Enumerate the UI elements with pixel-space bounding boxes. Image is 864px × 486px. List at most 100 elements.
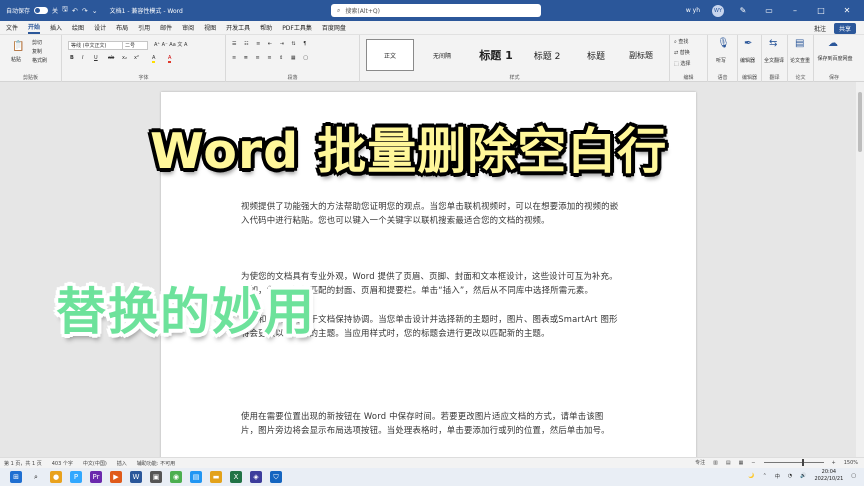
tab-file[interactable]: 文件 [6,23,18,32]
undo-icon[interactable]: ↶ [72,7,78,15]
copy-button[interactable]: 复制 [32,48,42,55]
app3-icon[interactable]: ▤ [190,471,202,483]
editor-icon[interactable]: ✒ [744,38,752,49]
microphone-icon[interactable]: 🎙 [717,38,730,49]
print-layout-icon[interactable]: ▤ [726,460,731,466]
alignment-buttons-icon[interactable]: ≡ ≣ ≡ ≡ ⇕ ▦ ▢ [232,55,311,61]
save-icon[interactable]: 🖫 [62,5,68,16]
tab-insert[interactable]: 插入 [50,23,62,32]
style-heading-1[interactable]: 标题 1 [468,39,524,71]
accessibility-status[interactable]: 辅助功能: 不可用 [137,460,175,467]
tab-baidu-netdisk[interactable]: 百度网盘 [322,23,346,32]
word-count[interactable]: 403 个字 [52,460,73,467]
photoshop-icon[interactable]: P [70,471,82,483]
subscript-button[interactable]: x₂ [122,55,127,61]
editor-button[interactable]: 编辑器 [740,57,755,64]
paper-check-icon[interactable]: ▤ [795,38,804,49]
autosave-toggle[interactable] [34,7,49,14]
zoom-in-icon[interactable]: + [832,460,836,466]
share-button[interactable]: 共享 [833,23,856,34]
highlight-button[interactable]: A [152,55,156,63]
weather-icon[interactable]: 🌙 [748,473,754,479]
style-heading-2[interactable]: 标题 2 [522,39,572,71]
zoom-slider-knob[interactable] [801,459,804,466]
save-to-netdisk-button[interactable]: 保存到百度网盘 [816,55,854,62]
cut-button[interactable]: 剪切 [32,39,42,46]
start-icon[interactable]: ⊞ [10,471,22,483]
premiere-icon[interactable]: Pr [90,471,102,483]
tab-review[interactable]: 审阅 [182,23,194,32]
app4-icon[interactable]: ◈ [250,471,262,483]
replace-button[interactable]: ⇄ 替换 [674,49,690,56]
paste-button[interactable]: 粘贴 [11,56,21,63]
format-painter-button[interactable]: 格式刷 [32,57,47,64]
insert-mode[interactable]: 插入 [117,460,127,467]
style-no-spacing[interactable]: 无间隔 [418,39,466,71]
style-normal[interactable]: 正文 [366,39,414,71]
media-player-icon[interactable]: ▶ [110,471,122,483]
word-taskbar-icon[interactable]: W [130,471,142,483]
wifi-icon[interactable]: ◔ [788,473,792,479]
tab-layout[interactable]: 布局 [116,23,128,32]
vertical-scrollbar[interactable] [856,82,864,457]
avatar[interactable]: WY [712,4,724,17]
app2-icon[interactable]: ◉ [170,471,182,483]
chrome-icon[interactable]: ● [50,471,62,483]
document-paragraph[interactable]: 视频提供了功能强大的方法帮助您证明您的观点。当您单击联机视频时，可以在想要添加的… [241,200,619,227]
select-button[interactable]: ⬚ 选择 [674,60,690,67]
clock[interactable]: 20:04 2022/10/21 [814,469,843,483]
dictate-button[interactable]: 听写 [716,57,726,64]
zoom-slider[interactable] [763,459,824,466]
list-buttons-icon[interactable]: ☰ ☷ ≡ ⇤ ⇥ ⇅ ¶ [232,41,309,47]
notification-icon[interactable]: ▢ [851,473,856,479]
ribbon-options-icon[interactable]: ▭ [762,6,776,15]
tab-view[interactable]: 视图 [204,23,216,32]
strikethrough-button[interactable]: ab [108,55,114,61]
bold-button[interactable]: B [70,55,74,61]
customize-toolbar-icon[interactable]: ⌄ [92,7,98,15]
focus-mode-button[interactable]: 专注 [695,459,705,466]
app-icon[interactable]: ▣ [150,471,162,483]
tab-developer[interactable]: 开发工具 [226,23,250,32]
tray-chevron-icon[interactable]: ⌃ [763,473,767,479]
redo-icon[interactable]: ↷ [82,7,88,15]
search-input[interactable]: ⌕ 搜索(Alt+Q) [331,4,541,17]
document-paragraph[interactable]: 使用在需要位置出现的新按钮在 Word 中保存时间。若要更改图片适应文档的方式，… [241,410,619,437]
style-title[interactable]: 标题 [572,39,620,71]
tab-help[interactable]: 帮助 [260,23,272,32]
read-mode-icon[interactable]: ▥ [713,460,718,466]
tab-pdf-tools[interactable]: PDF工具集 [282,23,312,32]
language-indicator[interactable]: 中文(中国) [83,460,107,467]
close-button[interactable]: ✕ [840,6,854,15]
italic-button[interactable]: I [82,55,83,61]
excel-icon[interactable]: X [230,471,242,483]
comments-button[interactable]: 批注 [814,24,826,33]
pen-icon[interactable]: ✎ [736,6,750,15]
grow-font-icon[interactable]: A⁺ A⁻ Aa 文 A [154,41,187,48]
style-subtitle[interactable]: 副标题 [616,39,666,71]
cloud-icon[interactable]: ☁ [828,38,838,49]
tab-mailings[interactable]: 邮件 [160,23,172,32]
underline-button[interactable]: U [94,55,98,61]
scrollbar-thumb[interactable] [858,92,862,152]
zoom-level[interactable]: 150% [844,460,858,466]
paper-check-button[interactable]: 论文查重 [790,57,810,64]
font-name-select[interactable]: 等线 (中文正文) [68,41,126,50]
translate-icon[interactable]: ⇆ [769,38,777,49]
volume-icon[interactable]: 🔊 [800,473,806,479]
superscript-button[interactable]: x² [134,55,139,61]
find-button[interactable]: ⌕ 查找 [674,38,688,45]
font-color-button[interactable]: A [168,55,172,63]
search-icon[interactable]: ⌕ [30,471,42,483]
file-explorer-icon[interactable]: ▬ [210,471,222,483]
zoom-out-icon[interactable]: − [751,460,755,466]
translate-button[interactable]: 全文翻译 [764,57,784,64]
web-layout-icon[interactable]: ▦ [739,460,744,466]
shield-icon[interactable]: ⛉ [270,471,282,483]
page-count[interactable]: 第 1 页，共 1 页 [4,460,42,467]
minimize-button[interactable]: – [788,6,802,15]
maximize-button[interactable]: □ [814,6,828,15]
tab-references[interactable]: 引用 [138,23,150,32]
paste-icon[interactable]: 📋 [12,41,24,52]
tab-draw[interactable]: 绘图 [72,23,84,32]
